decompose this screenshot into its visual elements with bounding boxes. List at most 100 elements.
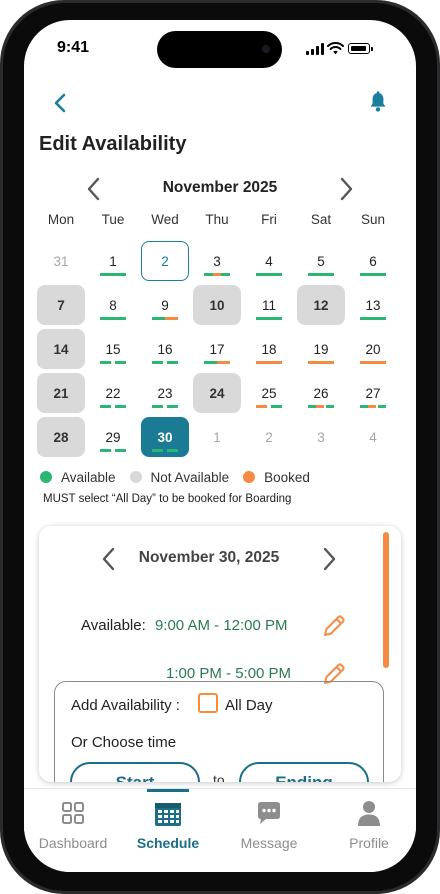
day-number: 10 <box>209 297 225 313</box>
tab-profile[interactable]: Profile <box>320 795 416 855</box>
tab-message-label: Message <box>240 835 298 851</box>
booked-segment <box>217 361 230 364</box>
start-time-button[interactable]: Start <box>70 762 200 782</box>
available-segment <box>114 361 126 364</box>
available-segment <box>152 317 165 320</box>
available-segment <box>152 405 164 408</box>
calendar-day[interactable]: 30 <box>139 415 191 459</box>
calendar-day[interactable]: 1 <box>87 239 139 283</box>
booked-segment <box>256 361 269 364</box>
tab-schedule[interactable]: Schedule <box>119 795 217 855</box>
calendar-day[interactable]: 26 <box>295 371 347 415</box>
slot-time-1: 9:00 AM - 12:00 PM <box>154 617 288 634</box>
legend-available: Available <box>61 469 116 485</box>
silent-switch <box>0 118 1 148</box>
all-day-label: All Day <box>225 697 273 714</box>
booked-segment <box>256 405 268 408</box>
availability-bar <box>152 317 178 320</box>
availability-bar <box>100 317 126 320</box>
calendar-day[interactable]: 25 <box>243 371 295 415</box>
notification-bell-icon[interactable] <box>366 90 390 114</box>
available-segment <box>152 449 164 452</box>
back-arrow-icon[interactable] <box>48 90 74 116</box>
calendar-day[interactable]: 17 <box>191 327 243 371</box>
day-number: 2 <box>265 429 273 445</box>
calendar-day[interactable]: 15 <box>87 327 139 371</box>
weekday-label: Fri <box>261 212 277 227</box>
availability-bar <box>100 405 126 408</box>
day-number: 15 <box>105 341 121 357</box>
day-number: 3 <box>213 253 221 269</box>
booked-segment <box>360 361 373 364</box>
calendar-day[interactable]: 18 <box>243 327 295 371</box>
calendar-day[interactable]: 3 <box>191 239 243 283</box>
day-number: 27 <box>365 385 381 401</box>
calendar-day[interactable]: 21 <box>35 371 87 415</box>
calendar-day[interactable]: 16 <box>139 327 191 371</box>
dynamic-island <box>157 31 282 68</box>
calendar-day[interactable]: 29 <box>87 415 139 459</box>
available-segment <box>100 317 113 320</box>
tab-message[interactable]: Message <box>220 795 318 855</box>
available-segment <box>166 361 178 364</box>
calendar-day[interactable]: 5 <box>295 239 347 283</box>
day-number: 1 <box>109 253 117 269</box>
booked-dot-icon <box>243 471 256 483</box>
available-segment <box>221 273 231 276</box>
day-number: 23 <box>157 385 173 401</box>
day-number: 24 <box>209 385 225 401</box>
edit-pencil-icon[interactable] <box>321 613 347 639</box>
available-segment <box>114 449 126 452</box>
calendar-day: 4 <box>347 415 399 459</box>
weekday-label: Wed <box>151 212 179 227</box>
day-number: 4 <box>369 429 377 445</box>
next-day-icon[interactable] <box>316 546 342 572</box>
day-number: 12 <box>313 297 329 313</box>
calendar-day[interactable]: 4 <box>243 239 295 283</box>
calendar-day[interactable]: 19 <box>295 327 347 371</box>
booked-segment <box>315 405 324 408</box>
calendar-day[interactable]: 12 <box>295 283 347 327</box>
calendar-day[interactable]: 7 <box>35 283 87 327</box>
calendar-day[interactable]: 2 <box>139 239 191 283</box>
availability-bar <box>256 405 282 408</box>
tab-dashboard[interactable]: Dashboard <box>24 795 122 855</box>
day-number: 17 <box>209 341 225 357</box>
all-day-checkbox[interactable] <box>198 693 218 713</box>
calendar-day[interactable]: 22 <box>87 371 139 415</box>
availability-bar <box>100 361 126 364</box>
calendar-day[interactable]: 11 <box>243 283 295 327</box>
available-segment <box>152 361 164 364</box>
month-navigation: November 2025 <box>24 176 416 210</box>
calendar-day[interactable]: 27 <box>347 371 399 415</box>
calendar-day[interactable]: 10 <box>191 283 243 327</box>
availability-bar <box>256 361 282 364</box>
day-number: 21 <box>53 385 69 401</box>
cellular-signal-icon <box>306 43 324 55</box>
end-time-button[interactable]: Ending <box>239 762 369 782</box>
day-number: 4 <box>265 253 273 269</box>
calendar-day[interactable]: 24 <box>191 371 243 415</box>
day-number: 19 <box>313 341 329 357</box>
calendar-day[interactable]: 8 <box>87 283 139 327</box>
booked-segment <box>321 361 334 364</box>
available-segment <box>360 273 373 276</box>
calendar-day[interactable]: 6 <box>347 239 399 283</box>
day-number: 9 <box>161 297 169 313</box>
calendar-day[interactable]: 9 <box>139 283 191 327</box>
battery-icon <box>348 43 373 54</box>
day-number: 8 <box>109 297 117 313</box>
day-number: 14 <box>53 341 69 357</box>
next-month-icon[interactable] <box>333 176 359 202</box>
calendar-day[interactable]: 13 <box>347 283 399 327</box>
availability-bar <box>360 273 386 276</box>
status-time: 9:41 <box>57 39 90 56</box>
booked-segment <box>165 317 178 320</box>
calendar-day: 2 <box>243 415 295 459</box>
calendar-day[interactable]: 28 <box>35 415 87 459</box>
calendar-day[interactable]: 14 <box>35 327 87 371</box>
day-detail-card: November 30, 2025 Available: 9:00 AM - 1… <box>39 526 401 782</box>
calendar-day[interactable]: 20 <box>347 327 399 371</box>
calendar-day[interactable]: 23 <box>139 371 191 415</box>
day-number: 26 <box>313 385 329 401</box>
